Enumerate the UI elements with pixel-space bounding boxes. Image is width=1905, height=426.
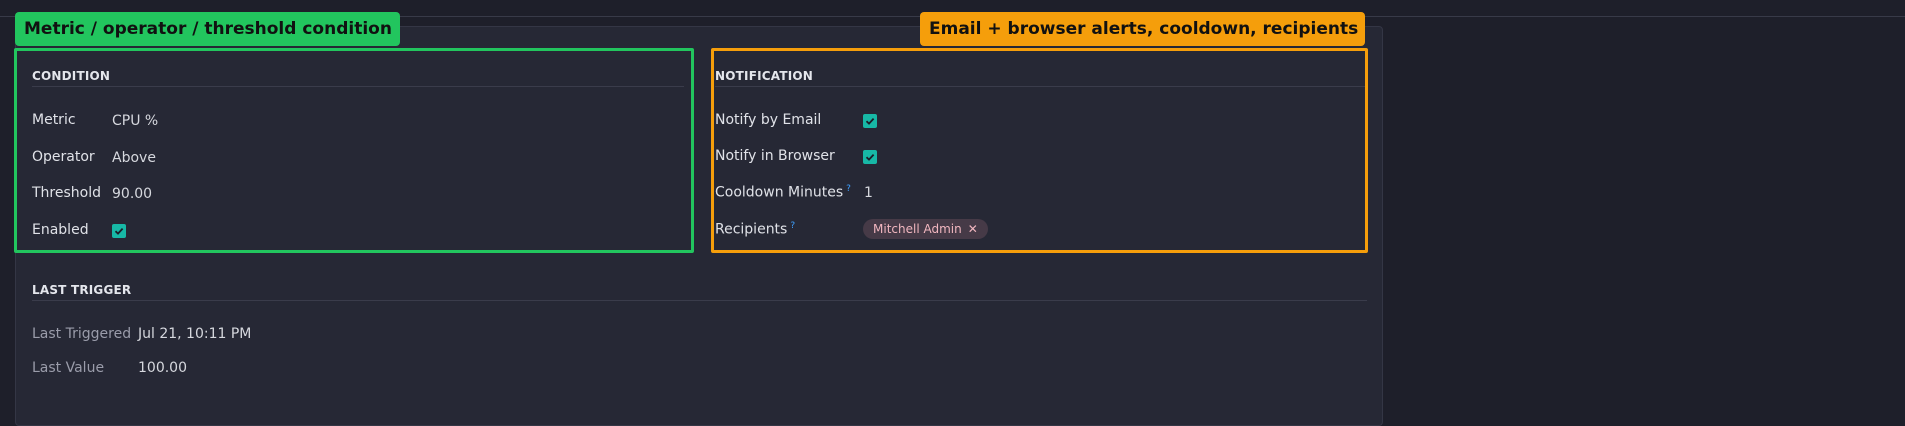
last-triggered-value: Jul 21, 10:11 PM (138, 326, 252, 342)
last-trigger-divider (32, 300, 1367, 301)
check-icon (865, 117, 875, 125)
threshold-label: Threshold (32, 185, 101, 201)
notify-browser-checkbox[interactable] (863, 150, 877, 164)
last-trigger-section-title: LAST TRIGGER (32, 283, 132, 297)
check-icon (114, 227, 124, 235)
enabled-checkbox[interactable] (112, 224, 126, 238)
notification-divider (715, 86, 1365, 87)
notification-section-title: NOTIFICATION (715, 69, 814, 83)
check-icon (865, 153, 875, 161)
metric-label: Metric (32, 112, 76, 128)
operator-field[interactable]: Above (112, 150, 156, 166)
last-value-label: Last Value (32, 360, 105, 376)
recipient-tag-label: Mitchell Admin (873, 222, 962, 236)
recipients-label: Recipients? (715, 221, 795, 238)
recipients-label-text: Recipients (715, 221, 788, 238)
remove-recipient-icon[interactable]: ✕ (968, 222, 978, 236)
enabled-label: Enabled (32, 222, 89, 238)
cooldown-help-icon[interactable]: ? (846, 184, 851, 194)
notify-email-checkbox[interactable] (863, 114, 877, 128)
last-value-value: 100.00 (138, 360, 187, 376)
cooldown-label: Cooldown Minutes? (715, 184, 851, 201)
threshold-field[interactable]: 90.00 (112, 186, 152, 202)
cooldown-label-text: Cooldown Minutes (715, 184, 844, 201)
condition-section-title: CONDITION (32, 69, 111, 83)
operator-label: Operator (32, 149, 95, 165)
last-triggered-label: Last Triggered (32, 326, 132, 342)
recipients-help-icon[interactable]: ? (790, 221, 795, 231)
notify-browser-label: Notify in Browser (715, 148, 835, 164)
cooldown-minutes-field[interactable]: 1 (864, 185, 873, 201)
condition-divider (32, 86, 684, 87)
condition-callout: Metric / operator / threshold condition (15, 12, 400, 46)
recipient-tag[interactable]: Mitchell Admin ✕ (863, 219, 988, 239)
notify-email-label: Notify by Email (715, 112, 822, 128)
metric-field[interactable]: CPU % (112, 113, 158, 129)
notification-callout: Email + browser alerts, cooldown, recipi… (920, 12, 1365, 46)
